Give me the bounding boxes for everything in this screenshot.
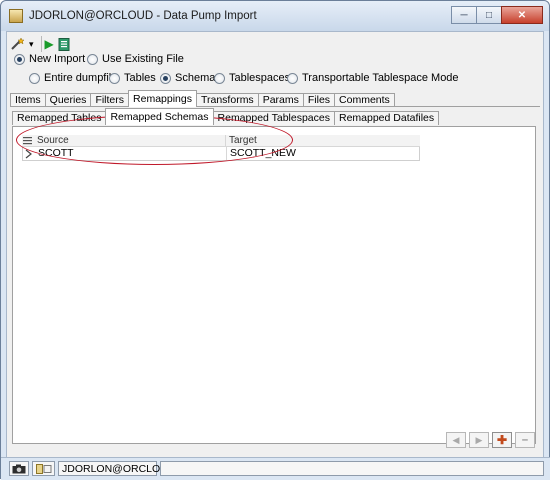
radio-label: Transportable Tablespace Mode (302, 72, 459, 84)
radio-schemas[interactable]: Schemas (160, 72, 221, 84)
clipboard-icon (58, 38, 70, 51)
camera-icon[interactable] (9, 461, 29, 476)
main-tab-bar: Items Queries Filters Remappings Transfo… (10, 90, 395, 107)
run-button[interactable]: ▶ (45, 35, 54, 53)
radio-dot[interactable] (109, 72, 120, 84)
tab-items[interactable]: Items (10, 93, 46, 107)
tab-comments[interactable]: Comments (334, 93, 395, 107)
radio-dot[interactable] (287, 72, 298, 84)
radio-dot[interactable] (14, 53, 25, 65)
radio-label: Tables (124, 72, 156, 84)
app-icon (9, 9, 23, 23)
schedule-button[interactable] (58, 35, 70, 53)
dialog-body: ▾ ▶ New Import Use Existing File Entire … (6, 31, 544, 474)
radio-tables[interactable]: Tables (109, 72, 156, 84)
radio-label: Entire dumpfile (44, 72, 118, 84)
add-row-button[interactable]: ✚ (492, 432, 512, 448)
radio-label: New Import (29, 53, 86, 65)
tab-files[interactable]: Files (302, 93, 336, 107)
tab-params[interactable]: Params (257, 93, 304, 107)
row-edit-buttons: ◀ ▶ ✚ ━ (443, 432, 535, 448)
tab-remapped-schemas[interactable]: Remapped Schemas (105, 108, 214, 125)
radio-dot[interactable] (214, 72, 225, 84)
radio-entire-dumpfile[interactable]: Entire dumpfile (29, 72, 117, 84)
radio-transportable-tablespace-mode[interactable]: Transportable Tablespace Mode (287, 72, 459, 84)
radio-label: Tablespaces (229, 72, 291, 84)
tab-filters[interactable]: Filters (90, 93, 130, 107)
radio-label: Use Existing File (102, 53, 184, 65)
window-controls: ─ □ ✕ (451, 6, 543, 24)
wand-icon (11, 37, 25, 50)
tab-divider (10, 106, 540, 107)
script-button[interactable]: ▾ (11, 35, 34, 53)
remapped-schemas-panel: Source Target SCOTT SCOTT_NEW (12, 126, 536, 444)
tab-queries[interactable]: Queries (44, 93, 92, 107)
status-bar: JDORLON@ORCLOUD (1, 457, 550, 480)
previous-row-button[interactable]: ◀ (446, 432, 466, 448)
radio-use-existing-file[interactable]: Use Existing File (87, 53, 184, 65)
radio-new-import[interactable]: New Import (14, 53, 85, 65)
connection-label: JDORLON@ORCLOUD (58, 461, 175, 476)
status-message-area (160, 461, 544, 476)
window-title: JDORLON@ORCLOUD - Data Pump Import (29, 10, 257, 22)
toolbar-separator (40, 36, 42, 52)
camera-glyph (12, 464, 26, 473)
run-icon: ▶ (44, 37, 54, 51)
next-row-button[interactable]: ▶ (469, 432, 489, 448)
radio-dot[interactable] (160, 72, 171, 84)
radio-dot[interactable] (87, 53, 98, 65)
data-pump-import-window: JDORLON@ORCLOUD - Data Pump Import ─ □ ✕… (0, 0, 550, 480)
title-bar[interactable]: JDORLON@ORCLOUD - Data Pump Import ─ □ ✕ (1, 1, 549, 31)
chevron-down-icon[interactable]: ▾ (29, 39, 34, 50)
connection-status-icon (32, 461, 55, 476)
database-status-glyph (35, 463, 51, 474)
tab-remappings[interactable]: Remappings (128, 90, 197, 107)
tab-transforms[interactable]: Transforms (195, 93, 259, 107)
radio-tablespaces[interactable]: Tablespaces (214, 72, 290, 84)
minimize-button[interactable]: ─ (451, 6, 477, 24)
remove-row-button[interactable]: ━ (515, 432, 535, 448)
radio-dot[interactable] (29, 72, 40, 84)
maximize-button[interactable]: □ (476, 6, 502, 24)
toolbar: ▾ ▶ (11, 34, 74, 54)
close-button[interactable]: ✕ (501, 6, 543, 24)
tab-remapped-datafiles[interactable]: Remapped Datafiles (333, 111, 440, 125)
